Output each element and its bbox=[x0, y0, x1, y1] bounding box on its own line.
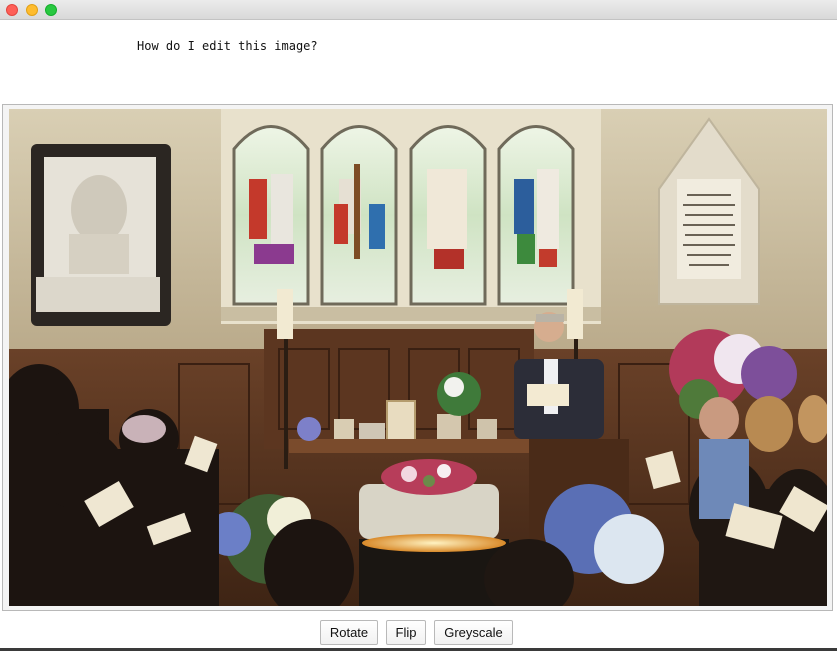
greyscale-button[interactable]: Greyscale bbox=[434, 620, 513, 645]
prompt-text: How do I edit this image? bbox=[137, 39, 318, 53]
button-bar: Rotate Flip Greyscale bbox=[0, 620, 837, 646]
flip-button[interactable]: Flip bbox=[386, 620, 426, 645]
image-frame bbox=[2, 104, 833, 611]
rotate-button[interactable]: Rotate bbox=[320, 620, 378, 645]
minimize-window-button[interactable] bbox=[26, 4, 38, 16]
close-window-button[interactable] bbox=[6, 4, 18, 16]
church-service-photo bbox=[9, 109, 827, 606]
maximize-window-button[interactable] bbox=[45, 4, 57, 16]
window-titlebar bbox=[0, 0, 837, 20]
